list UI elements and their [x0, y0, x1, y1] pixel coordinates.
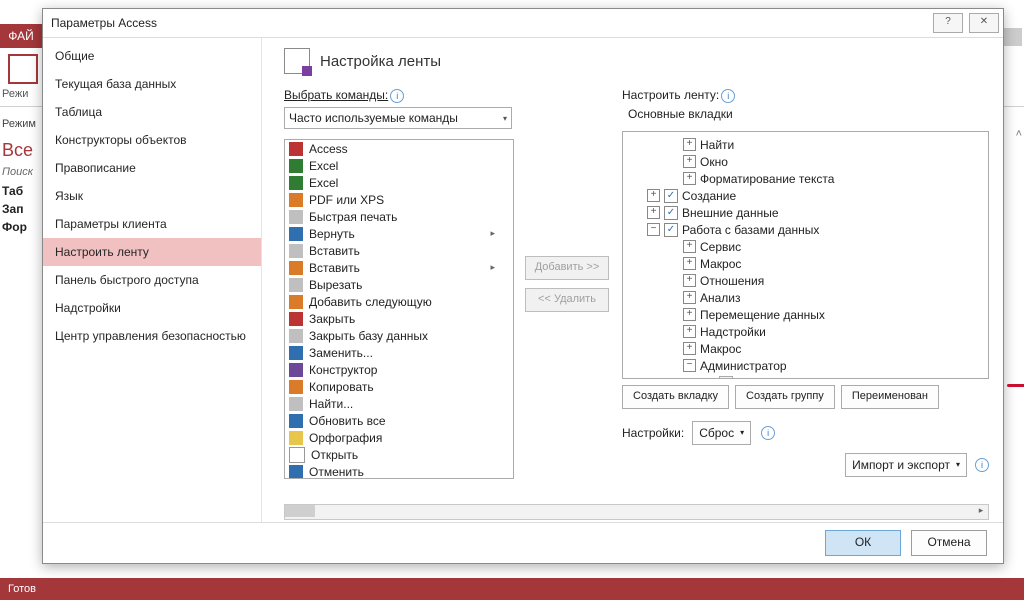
chevron-down-icon: ▾: [503, 114, 507, 123]
sidebar-item-language[interactable]: Язык: [43, 182, 261, 210]
list-item[interactable]: Заменить...: [285, 344, 513, 361]
list-item[interactable]: Access: [285, 140, 513, 157]
list-item[interactable]: Добавить следующую: [285, 293, 513, 310]
window-help-button[interactable]: ?: [933, 13, 963, 33]
list-item[interactable]: Конструктор: [285, 361, 513, 378]
list-item[interactable]: Excel: [285, 174, 513, 191]
tree-node[interactable]: +Надстройки: [625, 323, 986, 340]
nav-group-tables[interactable]: Таб: [2, 184, 23, 198]
customize-ribbon-label: Настроить ленту:i: [622, 88, 989, 103]
sidebar-item-client-settings[interactable]: Параметры клиента: [43, 210, 261, 238]
info-icon[interactable]: i: [721, 89, 735, 103]
import-export-dropdown[interactable]: Импорт и экспорт▾: [845, 453, 967, 477]
nav-group-forms[interactable]: Фор: [2, 220, 27, 234]
info-icon[interactable]: i: [390, 89, 404, 103]
tree-node[interactable]: +Макрос: [625, 340, 986, 357]
sidebar-item-datasheet[interactable]: Таблица: [43, 98, 261, 126]
mode-label-2: Режим: [2, 118, 36, 130]
reset-dropdown[interactable]: Сброс▾: [692, 421, 751, 445]
dialog-footer: ОК Отмена: [43, 522, 1003, 563]
dialog-titlebar: Параметры Access ? ✕: [43, 9, 1003, 38]
choose-commands-label: Выбрать команды:i: [284, 88, 512, 103]
window-close-button[interactable]: ✕: [969, 13, 999, 33]
app-logo: [8, 54, 38, 84]
customizations-label: Настройки:: [622, 426, 684, 440]
list-item[interactable]: PDF или XPS: [285, 191, 513, 208]
tree-node[interactable]: +Анализ: [625, 289, 986, 306]
list-item[interactable]: Открыть: [285, 446, 513, 463]
list-item[interactable]: Быстрая печать: [285, 208, 513, 225]
sidebar-item-proofing[interactable]: Правописание: [43, 154, 261, 182]
sidebar-item-trust-center[interactable]: Центр управления безопасностью: [43, 322, 261, 350]
new-group-button[interactable]: Создать группу: [735, 385, 835, 409]
customize-ribbon-value[interactable]: Основные вкладки: [628, 107, 989, 121]
ok-button[interactable]: ОК: [825, 530, 901, 556]
dialog-title: Параметры Access: [51, 16, 157, 30]
list-item[interactable]: Найти...: [285, 395, 513, 412]
tree-node[interactable]: +✓Внешние данные: [625, 204, 986, 221]
tree-node[interactable]: +Макрос: [625, 255, 986, 272]
panel-collapse-icon[interactable]: ˄: [1016, 128, 1022, 140]
cancel-button[interactable]: Отмена: [911, 530, 987, 556]
nav-all-objects[interactable]: Все: [2, 140, 33, 161]
list-item[interactable]: Вставить: [285, 242, 513, 259]
ribbon-tree[interactable]: +Найти +Окно +Форматирование текста +✓Со…: [622, 131, 989, 379]
list-item[interactable]: Excel: [285, 157, 513, 174]
list-item[interactable]: Орфография: [285, 429, 513, 446]
horizontal-scrollbar[interactable]: ◂ ▸: [284, 504, 989, 520]
annotation-underline: [1007, 384, 1024, 387]
form-icon: [719, 376, 733, 380]
choose-commands-dropdown[interactable]: Часто используемые команды ▾: [284, 107, 512, 129]
tree-node[interactable]: +Перемещение данных: [625, 306, 986, 323]
remove-button[interactable]: << Удалить: [525, 288, 609, 312]
nav-group-queries[interactable]: Зап: [2, 202, 23, 216]
list-item[interactable]: Вернуть▸: [285, 225, 513, 242]
options-main-panel: Настройка ленты Выбрать команды:i Часто …: [262, 38, 1003, 522]
tree-node[interactable]: +Окно: [625, 153, 986, 170]
sidebar-item-customize-ribbon[interactable]: Настроить ленту: [43, 238, 261, 266]
list-item[interactable]: Закрыть базу данных: [285, 327, 513, 344]
tree-node[interactable]: −Администратор: [625, 357, 986, 374]
sidebar-item-current-db[interactable]: Текущая база данных: [43, 70, 261, 98]
sidebar-item-addins[interactable]: Надстройки: [43, 294, 261, 322]
list-item[interactable]: Вырезать: [285, 276, 513, 293]
ribbon-customize-icon: [284, 48, 310, 74]
list-item[interactable]: Обновить все: [285, 412, 513, 429]
tree-node[interactable]: +Сервис: [625, 238, 986, 255]
info-icon[interactable]: i: [975, 458, 989, 472]
options-sidebar: Общие Текущая база данных Таблица Констр…: [43, 38, 262, 522]
list-item[interactable]: Закрыть: [285, 310, 513, 327]
list-item[interactable]: Отменить: [285, 463, 513, 479]
file-tab[interactable]: ФАЙ: [0, 24, 42, 48]
tree-leaf-switchboard[interactable]: Диспетчер кнопочных форм: [625, 374, 986, 379]
tree-node[interactable]: +Отношения: [625, 272, 986, 289]
list-item[interactable]: Копировать: [285, 378, 513, 395]
rename-button[interactable]: Переименован: [841, 385, 939, 409]
scrollbar-thumb[interactable]: [285, 505, 315, 517]
tree-node[interactable]: +Форматирование текста: [625, 170, 986, 187]
tree-node[interactable]: −✓Работа с базами данных: [625, 221, 986, 238]
commands-listbox[interactable]: Access Excel Excel PDF или XPS Быстрая п…: [284, 139, 514, 479]
sidebar-item-object-designers[interactable]: Конструкторы объектов: [43, 126, 261, 154]
new-tab-button[interactable]: Создать вкладку: [622, 385, 729, 409]
nav-search[interactable]: Поиск: [2, 166, 33, 178]
tree-node[interactable]: +Найти: [625, 136, 986, 153]
status-bar: Готов: [0, 578, 1024, 600]
choose-commands-value: Часто используемые команды: [289, 111, 458, 125]
page-title: Настройка ленты: [320, 53, 441, 70]
avatar[interactable]: [1004, 28, 1022, 46]
info-icon[interactable]: i: [761, 426, 775, 440]
mode-label-1: Режи: [2, 88, 28, 100]
scroll-right-icon[interactable]: ▸: [974, 505, 988, 517]
options-dialog: Параметры Access ? ✕ Общие Текущая база …: [42, 8, 1004, 564]
tree-node[interactable]: +✓Создание: [625, 187, 986, 204]
sidebar-item-general[interactable]: Общие: [43, 42, 261, 70]
sidebar-item-quick-access[interactable]: Панель быстрого доступа: [43, 266, 261, 294]
list-item[interactable]: Вставить▸: [285, 259, 513, 276]
add-button[interactable]: Добавить >>: [525, 256, 609, 280]
